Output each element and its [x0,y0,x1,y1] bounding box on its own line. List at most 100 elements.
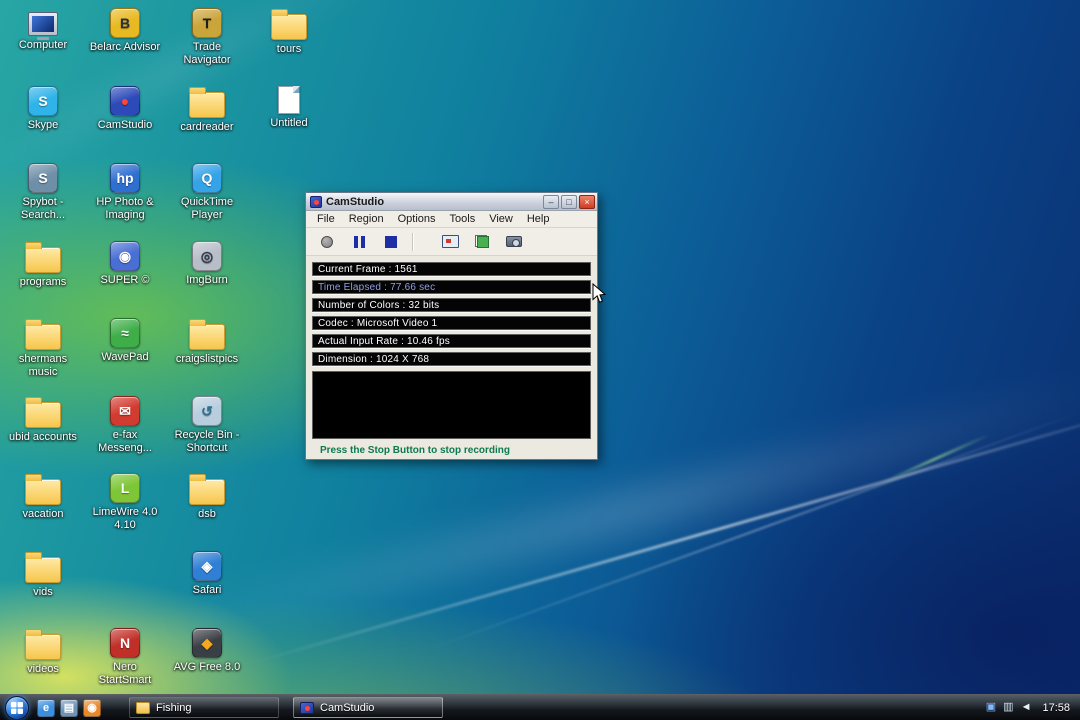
desktop-icon-spybot-search[interactable]: S Spybot - Search... [6,163,80,222]
super-icon: ◉ [110,240,140,271]
start-button[interactable] [5,695,29,720]
menu-file[interactable]: File [310,213,342,225]
recycle-bin-icon: ↺ [192,395,222,426]
desktop-icon-label: WavePad [101,351,149,363]
folder-icon [25,551,61,583]
record-button[interactable] [314,231,340,253]
stat-row-5: Dimension : 1024 X 768 [312,352,591,366]
annotations-button[interactable] [469,231,495,253]
folder-icon [271,9,307,40]
window-controls: – □ × [543,194,595,209]
stat-row-1: Time Elapsed : 77.66 sec [312,280,591,294]
stop-icon [385,235,397,248]
menu-view[interactable]: View [482,213,520,225]
desktop-icon-craigslistpics[interactable]: craigslistpics [170,318,244,366]
desktop-icon-shermans-music[interactable]: shermans music [6,318,80,379]
quick-launch-bar: e ▤ ◉ [37,698,101,717]
internet-explorer-icon[interactable]: e [37,698,55,717]
desktop-icon-safari[interactable]: ◈ Safari [170,550,244,597]
minimize-button[interactable]: – [543,194,559,209]
desktop-icon-quicktime-player[interactable]: Q QuickTime Player [170,163,244,222]
desktop-icon-label: videos [27,663,59,675]
folder-icon [25,629,61,660]
camstudio-task-icon [300,701,314,714]
desktop-icon-avg-free-8-0[interactable]: ◆ AVG Free 8.0 [170,628,244,674]
desktop-icon-untitled[interactable]: Untitled [252,85,326,130]
imgburn-icon: ◎ [192,240,222,271]
desktop-icon-vids[interactable]: vids [6,551,80,599]
desktop-icon-label: craigslistpics [175,353,239,365]
menu-options[interactable]: Options [391,213,443,225]
task-label: Fishing [156,701,192,714]
belarc-advisor-icon: B [110,8,140,38]
desktop-icon-cardreader[interactable]: cardreader [170,86,244,134]
camstudio-titlebar[interactable]: CamStudio – □ × [306,193,597,211]
desktop-icon-e-fax-messeng[interactable]: ✉ e-fax Messeng... [88,395,162,455]
taskbar-task-camstudio[interactable]: CamStudio [293,697,443,718]
desktop-icon-label: LimeWire 4.0 4.10 [92,506,158,531]
desktop-icon-label: AVG Free 8.0 [173,661,241,673]
desktop-icon-super[interactable]: ◉ SUPER © [88,240,162,287]
desktop-icon-computer[interactable]: Computer [6,8,80,52]
desktop-icon-recycle-bin-shortcut[interactable]: ↺ Recycle Bin - Shortcut [170,395,244,455]
trade-navigator-icon: T [192,8,222,38]
menu-region[interactable]: Region [342,213,391,225]
folder-icon [25,241,61,273]
menu-tools[interactable]: Tools [443,213,483,225]
taskbar-task-fishing[interactable]: Fishing [129,697,279,718]
desktop-icon-tours[interactable]: tours [252,8,326,56]
wavepad-icon: ≈ [110,318,140,348]
folder-icon [25,319,61,350]
desktop-icon-label: Computer [18,39,68,51]
folder-icon [189,86,225,118]
taskbar: e ▤ ◉ Fishing CamStudio ▣ ▥ ◄ 17:58 [0,694,1080,720]
system-tray: ▣ ▥ ◄ 17:58 [986,702,1080,714]
camstudio-icon: ● [110,85,140,116]
desktop-icon-label: vacation [22,508,64,520]
desktop-screen: Computer S Skype S Spybot - Search... program… [0,0,1080,720]
tray-icons: ▣ ▥ ◄ [986,702,1032,713]
media-player-icon[interactable]: ◉ [83,698,101,717]
desktop-icon-wavepad[interactable]: ≈ WavePad [88,318,162,364]
desktop-icon-label: Untitled [270,116,308,129]
desktop-icon-limewire-4-0-4-10[interactable]: L LimeWire 4.0 4.10 [88,473,162,532]
desktop-icon-trade-navigator[interactable]: T Trade Navigator [170,8,244,67]
desktop-icon-belarc-advisor[interactable]: B Belarc Advisor [88,8,162,54]
desktop-icon-ubid-accounts[interactable]: ubid accounts [6,396,80,444]
desktop-icon-label: Trade Navigator [183,41,231,66]
desktop-icon-label: Belarc Advisor [89,41,161,53]
camstudio-tray-icon[interactable]: ▣ [986,702,996,713]
desktop-icon-nero-startsmart[interactable]: N Nero StartSmart [88,628,162,687]
stop-button[interactable] [378,231,404,253]
desktop-icon-label: tours [276,43,302,55]
taskbar-clock[interactable]: 17:58 [1042,702,1070,714]
maximize-button[interactable]: □ [561,194,577,209]
desktop-icon-label: HP Photo & Imaging [96,196,154,221]
avi-swf-toggle-button[interactable] [437,231,463,253]
desktop-icon-videos[interactable]: videos [6,628,80,676]
desktop-icon-imgburn[interactable]: ◎ ImgBurn [170,240,244,287]
stat-row-4: Actual Input Rate : 10.46 fps [312,334,591,348]
desktop-icon-dsb[interactable]: dsb [170,473,244,521]
desktop-icon-vacation[interactable]: vacation [6,473,80,521]
desktop-icon-label: Nero StartSmart [98,661,152,686]
pause-button[interactable] [346,231,372,253]
video-options-button[interactable] [501,231,527,253]
show-desktop-icon[interactable]: ▤ [60,698,78,717]
desktop-icon-hp-photo-imaging[interactable]: hp HP Photo & Imaging [88,163,162,222]
network-icon[interactable]: ▥ [1003,702,1013,713]
desktop-icon-label: Safari [192,583,222,596]
menu-help[interactable]: Help [520,213,557,225]
desktop-icon-skype[interactable]: S Skype [6,85,80,132]
desktop-icon-programs[interactable]: programs [6,241,80,289]
volume-icon[interactable]: ◄ [1021,702,1032,713]
stat-row-3: Codec : Microsoft Video 1 [312,316,591,330]
folder-task-icon [136,701,150,714]
desktop-icon-label: Skype [27,118,59,131]
stat-row-0: Current Frame : 1561 [312,262,591,276]
toolbar-separator [412,232,413,251]
desktop-icon-label: dsb [198,508,216,520]
desktop-icon-camstudio[interactable]: ● CamStudio [88,85,162,132]
desktop-icon-label: Spybot - Search... [20,196,66,221]
close-button[interactable]: × [579,194,595,209]
